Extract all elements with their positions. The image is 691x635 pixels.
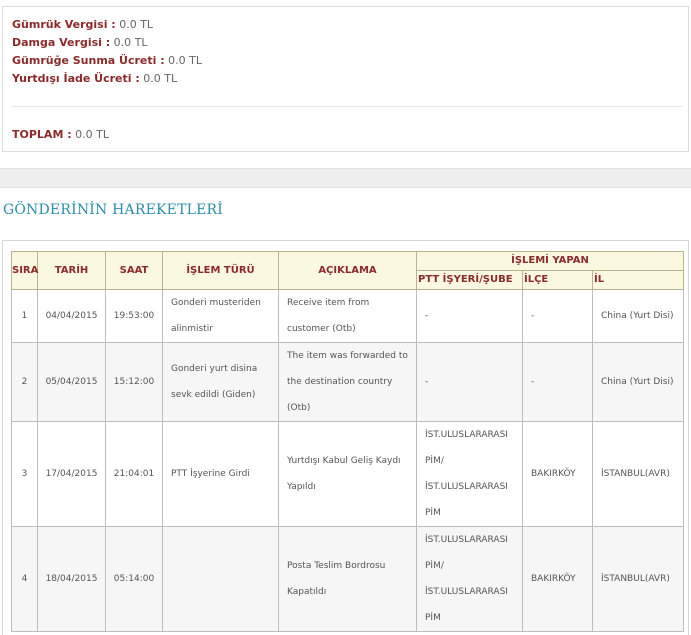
- fees-divider: [12, 106, 682, 107]
- cell-il: China (Yurt Disi): [591, 342, 685, 422]
- fee-label: Yurtdışı İade Ücreti :: [12, 72, 140, 85]
- fee-value: 0.0 TL: [143, 72, 178, 85]
- header-islemi-yapan: İŞLEMİ YAPAN: [415, 251, 685, 271]
- cell-isyeri: İST.ULUSLARARASI PİM/ İST.ULUSLARARASI P…: [416, 421, 523, 527]
- header-sira: SIRA: [11, 251, 38, 290]
- header-ptt-isyeri: PTT İŞYERİ/ŞUBE: [416, 270, 523, 290]
- cell-ilce: BAKIRKÖY: [522, 526, 593, 632]
- cell-aciklama: Posta Teslim Bordrosu Kapatıldı: [278, 526, 417, 632]
- cell-saat: 15:12:00: [105, 342, 163, 422]
- cell-islem: PTT İşyerine Girdi: [162, 421, 279, 527]
- fee-customs-tax: Gümrük Vergisi : 0.0 TL: [12, 18, 153, 32]
- table-row: 3 17/04/2015 21:04:01 PTT İşyerine Girdi…: [11, 421, 685, 527]
- cell-il: İSTANBUL(AVR): [591, 526, 685, 632]
- cell-isyeri: İST.ULUSLARARASI PİM/ İST.ULUSLARARASI P…: [416, 526, 523, 632]
- fees-panel: Gümrük Vergisi : 0.0 TL Damga Vergisi : …: [2, 6, 689, 152]
- cell-islem: [162, 526, 279, 632]
- cell-islem: Gonderi musteriden alinmistir: [162, 289, 279, 343]
- total-label: TOPLAM :: [12, 128, 72, 141]
- cell-sira: 4: [11, 526, 38, 632]
- fee-stamp-tax: Damga Vergisi : 0.0 TL: [12, 36, 147, 50]
- cell-aciklama: Yurtdışı Kabul Geliş Kaydı Yapıldı: [278, 421, 417, 527]
- fee-return-abroad: Yurtdışı İade Ücreti : 0.0 TL: [12, 72, 177, 86]
- cell-sira: 2: [11, 342, 38, 422]
- cell-isyeri: -: [416, 289, 523, 343]
- cell-aciklama: The item was forwarded to the destinatio…: [278, 342, 417, 422]
- cell-islem: Gonderi yurt disina sevk edildi (Giden): [162, 342, 279, 422]
- cell-tarih: 18/04/2015: [37, 526, 106, 632]
- fee-label: Gümrük Vergisi :: [12, 18, 116, 31]
- fee-label: Damga Vergisi :: [12, 36, 111, 49]
- section-divider: [0, 168, 691, 188]
- fee-total: TOPLAM : 0.0 TL: [12, 128, 109, 142]
- header-aciklama: AÇIKLAMA: [278, 251, 417, 290]
- table-row: 2 05/04/2015 15:12:00 Gonderi yurt disin…: [11, 342, 685, 422]
- cell-sira: 3: [11, 421, 38, 527]
- header-il: İL: [591, 270, 685, 290]
- cell-ilce: BAKIRKÖY: [522, 421, 593, 527]
- cell-il: İSTANBUL(AVR): [591, 421, 685, 527]
- cell-ilce: -: [522, 342, 593, 422]
- fee-value: 0.0 TL: [168, 54, 202, 67]
- header-islem-turu: İŞLEM TÜRÜ: [162, 251, 279, 290]
- cell-tarih: 17/04/2015: [37, 421, 106, 527]
- cell-saat: 05:14:00: [105, 526, 163, 632]
- movements-table: SIRA TARİH SAAT İŞLEM TÜRÜ AÇIKLAMA İŞLE…: [11, 251, 685, 632]
- fee-customs-presentation: Gümrüğe Sunma Ücreti : 0.0 TL: [12, 54, 202, 68]
- cell-tarih: 04/04/2015: [37, 289, 106, 343]
- cell-isyeri: -: [416, 342, 523, 422]
- header-saat: SAAT: [105, 251, 163, 290]
- cell-il: China (Yurt Disi): [591, 289, 685, 343]
- cell-sira: 1: [11, 289, 38, 343]
- cell-ilce: -: [522, 289, 593, 343]
- fee-value: 0.0 TL: [113, 36, 148, 49]
- cell-aciklama: Receive item from customer (Otb): [278, 289, 417, 343]
- movements-title: GÖNDERİNİN HAREKETLERİ: [3, 202, 223, 218]
- fee-label: Gümrüğe Sunma Ücreti :: [12, 54, 165, 67]
- header-ilce: İLÇE: [522, 270, 593, 290]
- total-value: 0.0 TL: [75, 128, 109, 141]
- fee-value: 0.0 TL: [119, 18, 154, 31]
- cell-saat: 19:53:00: [105, 289, 163, 343]
- cell-saat: 21:04:01: [105, 421, 163, 527]
- table-row: 4 18/04/2015 05:14:00 Posta Teslim Bordr…: [11, 526, 685, 632]
- table-row: 1 04/04/2015 19:53:00 Gonderi musteriden…: [11, 289, 685, 343]
- header-tarih: TARİH: [37, 251, 106, 290]
- cell-tarih: 05/04/2015: [37, 342, 106, 422]
